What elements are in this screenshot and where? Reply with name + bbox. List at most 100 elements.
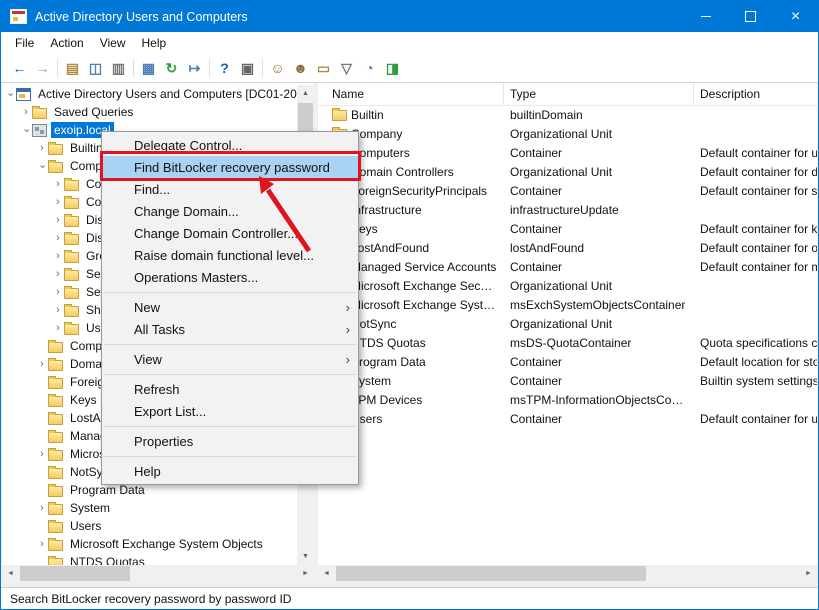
list-item-company[interactable]: CompanyOrganizational Unit xyxy=(318,124,817,143)
column-header-description[interactable]: Description xyxy=(694,83,817,105)
list-item-ntds-quotas[interactable]: NTDS QuotasmsDS-QuotaContainerQuota spec… xyxy=(318,333,817,352)
context-item-all-tasks[interactable]: All Tasks› xyxy=(102,318,358,340)
window-icon[interactable]: ▦ xyxy=(137,57,160,79)
list-item-foreignsecurityprincipals[interactable]: ForeignSecurityPrincipalsContainerDefaul… xyxy=(318,181,817,200)
menu-help[interactable]: Help xyxy=(134,33,175,53)
expander-closed-icon[interactable]: › xyxy=(52,251,64,262)
expander-open-icon[interactable]: › xyxy=(37,160,48,172)
expander-closed-icon[interactable]: › xyxy=(52,287,64,298)
chart-icon[interactable]: ◨ xyxy=(381,57,404,79)
list-item-tpm-devices[interactable]: TPM DevicesmsTPM-InformationObjectsConta… xyxy=(318,390,817,409)
forward-icon[interactable]: → xyxy=(31,57,54,79)
column-header-type[interactable]: Type xyxy=(504,83,694,105)
add-user-icon[interactable]: ☺ xyxy=(266,57,289,79)
scroll-down-icon[interactable]: ▼ xyxy=(297,548,314,565)
context-item-raise-domain-functional-level[interactable]: Raise domain functional level... xyxy=(102,244,358,266)
filter-icon[interactable]: ▽ xyxy=(335,57,358,79)
menu-file[interactable]: File xyxy=(7,33,42,53)
tree-item-users[interactable]: Users xyxy=(2,517,297,535)
document-icon[interactable]: ▤ xyxy=(61,57,84,79)
close-icon: × xyxy=(791,9,800,25)
ou-icon xyxy=(48,450,63,461)
list-item-users[interactable]: UsersContainerDefault container for upgr… xyxy=(318,409,817,428)
list-item-builtin[interactable]: BuiltinbuiltinDomain xyxy=(318,105,817,124)
show-hide-console-tree-icon[interactable]: ◫ xyxy=(84,57,107,79)
minimize-button[interactable] xyxy=(683,1,728,32)
cell-description: Default location for storage of applicat… xyxy=(694,355,817,369)
context-item-delegate-control[interactable]: Delegate Control... xyxy=(102,134,358,156)
scroll-up-icon[interactable]: ▲ xyxy=(297,85,314,102)
context-item-find[interactable]: Find... xyxy=(102,178,358,200)
list-item-computers[interactable]: ComputersContainerDefault container for … xyxy=(318,143,817,162)
list-item-system[interactable]: SystemContainerBuiltin system settings xyxy=(318,371,817,390)
scroll-right-icon[interactable]: ► xyxy=(297,565,314,582)
tree-item-microsoft-exchange-system-objects[interactable]: ›Microsoft Exchange System Objects xyxy=(2,535,297,553)
context-item-view[interactable]: View› xyxy=(102,348,358,370)
context-item-change-domain[interactable]: Change Domain... xyxy=(102,200,358,222)
context-item-find-bitlocker-recovery-password[interactable]: Find BitLocker recovery password xyxy=(102,156,358,178)
ou-icon xyxy=(64,216,79,227)
scroll-left-icon[interactable]: ◄ xyxy=(2,565,19,582)
refresh-icon[interactable]: ↻ xyxy=(160,57,183,79)
list-item-managed-service-accounts[interactable]: Managed Service AccountsContainerDefault… xyxy=(318,257,817,276)
list-item-microsoft-exchange-system-objects[interactable]: Microsoft Exchange System ObjectsmsExchS… xyxy=(318,295,817,314)
expander-closed-icon[interactable]: › xyxy=(52,305,64,316)
expander-closed-icon[interactable]: › xyxy=(20,107,32,118)
tree-item-ntds-quotas[interactable]: NTDS Quotas xyxy=(2,553,297,565)
folder-icon xyxy=(48,378,63,389)
add-ou-icon[interactable]: ▭ xyxy=(312,57,335,79)
scroll-left-icon[interactable]: ◄ xyxy=(318,565,335,582)
table-icon[interactable]: ▣ xyxy=(236,57,259,79)
ou-icon xyxy=(64,198,79,209)
list-item-domain-controllers[interactable]: Domain ControllersOrganizational UnitDef… xyxy=(318,162,817,181)
expander-closed-icon[interactable]: › xyxy=(52,323,64,334)
close-button[interactable]: × xyxy=(773,1,818,32)
expander-closed-icon[interactable]: › xyxy=(52,215,64,226)
tree-hscroll-thumb[interactable] xyxy=(20,566,130,581)
expander-closed-icon[interactable]: › xyxy=(36,359,48,370)
expander-closed-icon[interactable]: › xyxy=(52,269,64,280)
expander-closed-icon[interactable]: › xyxy=(52,233,64,244)
maximize-button[interactable] xyxy=(728,1,773,32)
folder-icon xyxy=(32,108,47,119)
cell-description: Default container for upgraded user acco… xyxy=(694,412,817,426)
tree-horizontal-scrollbar[interactable]: ◄ ► xyxy=(2,565,314,582)
list-item-lostandfound[interactable]: LostAndFoundlostAndFoundDefault containe… xyxy=(318,238,817,257)
context-item-help[interactable]: Help xyxy=(102,460,358,482)
scroll-right-icon[interactable]: ► xyxy=(800,565,817,582)
clock-icon[interactable]: ◔ xyxy=(358,57,381,79)
list-item-notsync[interactable]: NotSyncOrganizational Unit xyxy=(318,314,817,333)
export-list-icon[interactable]: ↦ xyxy=(183,57,206,79)
column-header-name[interactable]: Name xyxy=(318,83,504,105)
expander-closed-icon[interactable]: › xyxy=(36,449,48,460)
list-horizontal-scrollbar[interactable]: ◄ ► xyxy=(318,565,817,582)
menu-view[interactable]: View xyxy=(92,33,134,53)
expander-closed-icon[interactable]: › xyxy=(52,197,64,208)
context-item-refresh[interactable]: Refresh xyxy=(102,378,358,400)
list-item-microsoft-exchange-security-groups[interactable]: Microsoft Exchange Security GroupsOrgani… xyxy=(318,276,817,295)
context-item-export-list[interactable]: Export List... xyxy=(102,400,358,422)
expander-closed-icon[interactable]: › xyxy=(36,539,48,550)
item-name: NTDS Quotas xyxy=(351,336,498,350)
expander-open-icon[interactable]: › xyxy=(5,88,16,100)
list-item-infrastructure[interactable]: InfrastructureinfrastructureUpdate xyxy=(318,200,817,219)
context-item-new[interactable]: New› xyxy=(102,296,358,318)
context-item-operations-masters[interactable]: Operations Masters... xyxy=(102,266,358,288)
expander-open-icon[interactable]: › xyxy=(21,124,32,136)
back-icon[interactable]: ← xyxy=(8,57,31,79)
list-hscroll-thumb[interactable] xyxy=(336,566,646,581)
tree-item-active-directory-users-and-computers-dc01-2022[interactable]: ›Active Directory Users and Computers [D… xyxy=(2,85,297,103)
expander-closed-icon[interactable]: › xyxy=(36,503,48,514)
tree-item-system[interactable]: ›System xyxy=(2,499,297,517)
context-item-properties[interactable]: Properties xyxy=(102,430,358,452)
clipboard-icon[interactable]: ▥ xyxy=(107,57,130,79)
menu-action[interactable]: Action xyxy=(42,33,91,53)
expander-closed-icon[interactable]: › xyxy=(52,179,64,190)
list-item-program-data[interactable]: Program DataContainerDefault location fo… xyxy=(318,352,817,371)
help-icon[interactable]: ? xyxy=(213,57,236,79)
list-item-keys[interactable]: KeysContainerDefault container for key o… xyxy=(318,219,817,238)
expander-closed-icon[interactable]: › xyxy=(36,143,48,154)
context-item-change-domain-controller[interactable]: Change Domain Controller... xyxy=(102,222,358,244)
add-group-icon[interactable]: ☻ xyxy=(289,57,312,79)
tree-item-saved-queries[interactable]: ›Saved Queries xyxy=(2,103,297,121)
